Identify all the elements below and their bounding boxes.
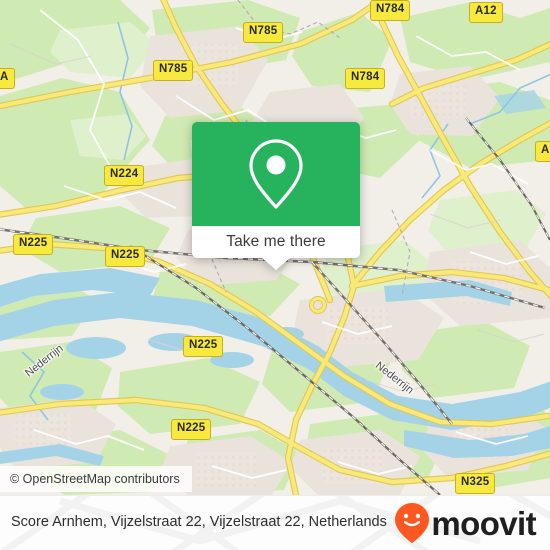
- road-shield-a12-right[interactable]: A12: [535, 141, 550, 162]
- map-popup-card[interactable]: Take me there: [192, 122, 360, 270]
- popup-action-bar[interactable]: Take me there: [192, 226, 360, 270]
- road-shield-n784-top[interactable]: N784: [370, 0, 411, 21]
- take-me-there-button[interactable]: Take me there: [226, 233, 326, 251]
- moovit-wordmark: moovit: [431, 504, 536, 542]
- road-shield-n225-center[interactable]: N225: [183, 336, 224, 357]
- road-shield-n225-lower[interactable]: N225: [171, 419, 212, 440]
- road-shield-a12-top[interactable]: A12: [469, 2, 503, 23]
- road-shield-n785-top[interactable]: N785: [243, 22, 284, 43]
- map-canvas[interactable]: N785 N785 N784 N784 A12 A12 A N224 N225 …: [0, 0, 550, 495]
- road-shield-clipped-left[interactable]: A: [0, 68, 15, 89]
- road-shield-n225-mid[interactable]: N225: [105, 246, 146, 267]
- footer-bar: Score Arnhem, Vijzelstraat 22, Vijzelstr…: [0, 495, 550, 550]
- road-shield-n225-left[interactable]: N225: [13, 234, 54, 255]
- road-shield-n325[interactable]: N325: [455, 473, 496, 494]
- osm-attribution[interactable]: © OpenStreetMap contributors: [0, 466, 192, 492]
- moovit-smiley-pin-icon: [395, 503, 430, 543]
- map-screenshot: N785 N785 N784 N784 A12 A12 A N224 N225 …: [0, 0, 550, 550]
- popup-header: [192, 122, 360, 226]
- location-pin-icon: [249, 139, 303, 209]
- road-shield-n224[interactable]: N224: [104, 165, 145, 186]
- popup-pointer-tail: [262, 258, 290, 270]
- moovit-logo[interactable]: moovit: [395, 503, 537, 543]
- road-shield-n784[interactable]: N784: [345, 68, 386, 89]
- road-shield-n785-left[interactable]: N785: [153, 60, 194, 81]
- place-title: Score Arnhem, Vijzelstraat 22, Vijzelstr…: [11, 514, 387, 531]
